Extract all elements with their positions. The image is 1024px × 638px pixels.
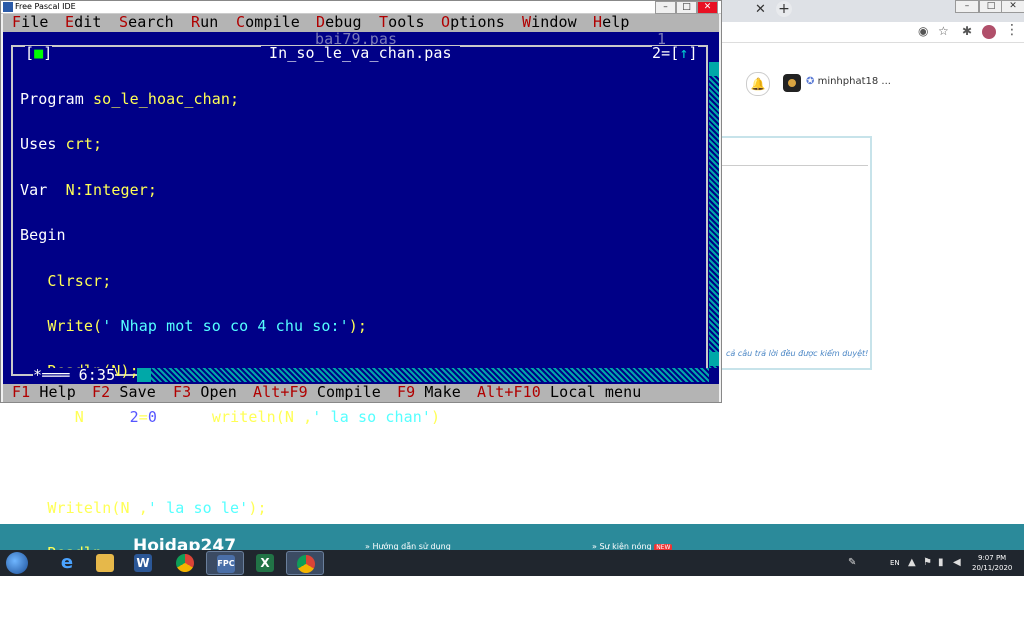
menu-run[interactable]: Run (191, 15, 218, 30)
notification-bell-icon[interactable]: 🔔 (746, 72, 770, 96)
browser-maximize-button[interactable]: □ (979, 0, 1003, 13)
extensions-icon[interactable]: ✱ (962, 24, 972, 38)
editor-area: bai79.pas 1 [■] In_so_le_va_chan.pas 2=[… (3, 32, 719, 606)
menu-compile[interactable]: Compile (236, 15, 300, 30)
free-pascal-icon: FPC (217, 555, 235, 573)
browser-close-button[interactable]: ✕ (1001, 0, 1024, 13)
taskbar-app-free-pascal[interactable]: FPC (206, 551, 244, 575)
folder-icon (96, 554, 114, 572)
fkey-local-menu[interactable]: Alt+F10 Local menu (477, 385, 641, 400)
network-icon[interactable]: ▮ (938, 557, 944, 568)
user-name[interactable]: ✪ minhphat18 ... (806, 76, 891, 87)
code-line: Uses crt; (20, 135, 103, 154)
excel-icon: X (256, 554, 274, 572)
new-tab-button[interactable]: + (776, 1, 792, 17)
menu-search[interactable]: Search (119, 15, 174, 30)
menu-debug[interactable]: Debug (316, 15, 362, 30)
pen-tablet-icon[interactable]: ✎ (848, 557, 856, 568)
taskbar-app-word[interactable]: W (124, 551, 162, 575)
bookmark-star-icon[interactable]: ☆ (938, 24, 949, 38)
fkey-save[interactable]: F2 Save (92, 385, 156, 400)
scroll-down-arrow[interactable] (709, 352, 719, 366)
fkey-help[interactable]: F1 Help (12, 385, 76, 400)
app-icon (3, 2, 13, 12)
menu-window[interactable]: Window (522, 15, 577, 30)
code-line: Begin (20, 226, 66, 245)
taskbar-app-chrome[interactable] (166, 551, 204, 575)
window-number-zoom[interactable]: 2=[↑] (652, 46, 698, 61)
menu-tools[interactable]: Tools (379, 15, 425, 30)
code-line: If N mod 2=0 then writeln(N ,' la so cha… (47, 407, 441, 426)
taskbar-app-chrome-active[interactable] (286, 551, 324, 575)
start-button[interactable] (6, 552, 28, 574)
horizontal-scroll-thumb[interactable] (137, 368, 151, 382)
fkey-compile[interactable]: Alt+F9 Compile (253, 385, 381, 400)
close-box-button[interactable]: [■] (25, 46, 53, 61)
window-title: Free Pascal IDE (15, 2, 76, 11)
code-line: Var N:Integer; (20, 180, 157, 199)
scroll-up-arrow[interactable] (709, 62, 719, 76)
fkey-open[interactable]: F3 Open (173, 385, 237, 400)
code-line: Write(' Nhap mot so co 4 chu so:'); (47, 316, 367, 335)
code-line: End. (20, 589, 57, 608)
chrome-icon (297, 555, 315, 573)
code-line: Clrscr; (47, 271, 112, 290)
volume-icon[interactable]: ◀ (953, 557, 961, 568)
code-line: Writeln(N ,' la so le'); (47, 498, 267, 517)
menu-edit[interactable]: Edit (65, 15, 102, 30)
minimize-button[interactable]: – (655, 1, 676, 14)
close-button[interactable]: ✕ (697, 1, 718, 14)
cursor-position-indicator: *═══ 6:35 (33, 366, 116, 384)
function-key-bar: F1 Help F2 Save F3 Open Alt+F9 Compile F… (3, 384, 719, 402)
clock-time[interactable]: 9:07 PM (978, 554, 1006, 562)
menu-file[interactable]: File (12, 15, 49, 30)
code-line: Program so_le_hoac_chan; (20, 90, 240, 108)
taskbar-app-ie[interactable]: e (48, 551, 86, 575)
chrome-icon (176, 554, 194, 572)
browser-minimize-button[interactable]: – (955, 0, 979, 13)
vertical-scrollbar[interactable] (709, 62, 719, 368)
menu-options[interactable]: Options (441, 15, 505, 30)
taskbar-app-excel[interactable]: X (246, 551, 284, 575)
taskbar-app-explorer[interactable] (86, 551, 124, 575)
menu-help[interactable]: Help (593, 15, 630, 30)
internet-explorer-icon: e (60, 552, 74, 573)
menu-dots-icon[interactable]: ⋮ (1005, 22, 1019, 38)
editor-file-title: In_so_le_va_chan.pas (261, 46, 460, 61)
maximize-button[interactable]: □ (676, 1, 697, 14)
free-pascal-ide-window: Free Pascal IDE – □ ✕ File Edit Search R… (0, 0, 722, 606)
fkey-make[interactable]: F9 Make (397, 385, 461, 400)
profile-avatar[interactable] (982, 25, 996, 39)
language-indicator[interactable]: EN (890, 559, 900, 567)
code-line: Else (47, 453, 84, 472)
word-icon: W (134, 554, 152, 572)
divider (720, 165, 868, 166)
answer-panel: cả câu trả lời đều được kiểm duyệt! (720, 136, 872, 370)
clock-date[interactable]: 20/11/2020 (972, 564, 1012, 572)
moderation-note: cả câu trả lời đều được kiểm duyệt! (726, 349, 869, 358)
action-center-flag-icon[interactable]: ⚑ (923, 557, 932, 568)
user-avatar[interactable] (783, 74, 801, 92)
windows-taskbar: e W FPC X ✎ EN ▲ ⚑ ▮ ◀ 9:07 PM 20/11/202… (0, 550, 1024, 576)
horizontal-scrollbar[interactable] (137, 368, 709, 382)
tab-close-icon[interactable]: ✕ (755, 2, 766, 17)
show-hidden-icons[interactable]: ▲ (908, 557, 916, 568)
eye-icon[interactable]: ◉ (918, 24, 928, 38)
